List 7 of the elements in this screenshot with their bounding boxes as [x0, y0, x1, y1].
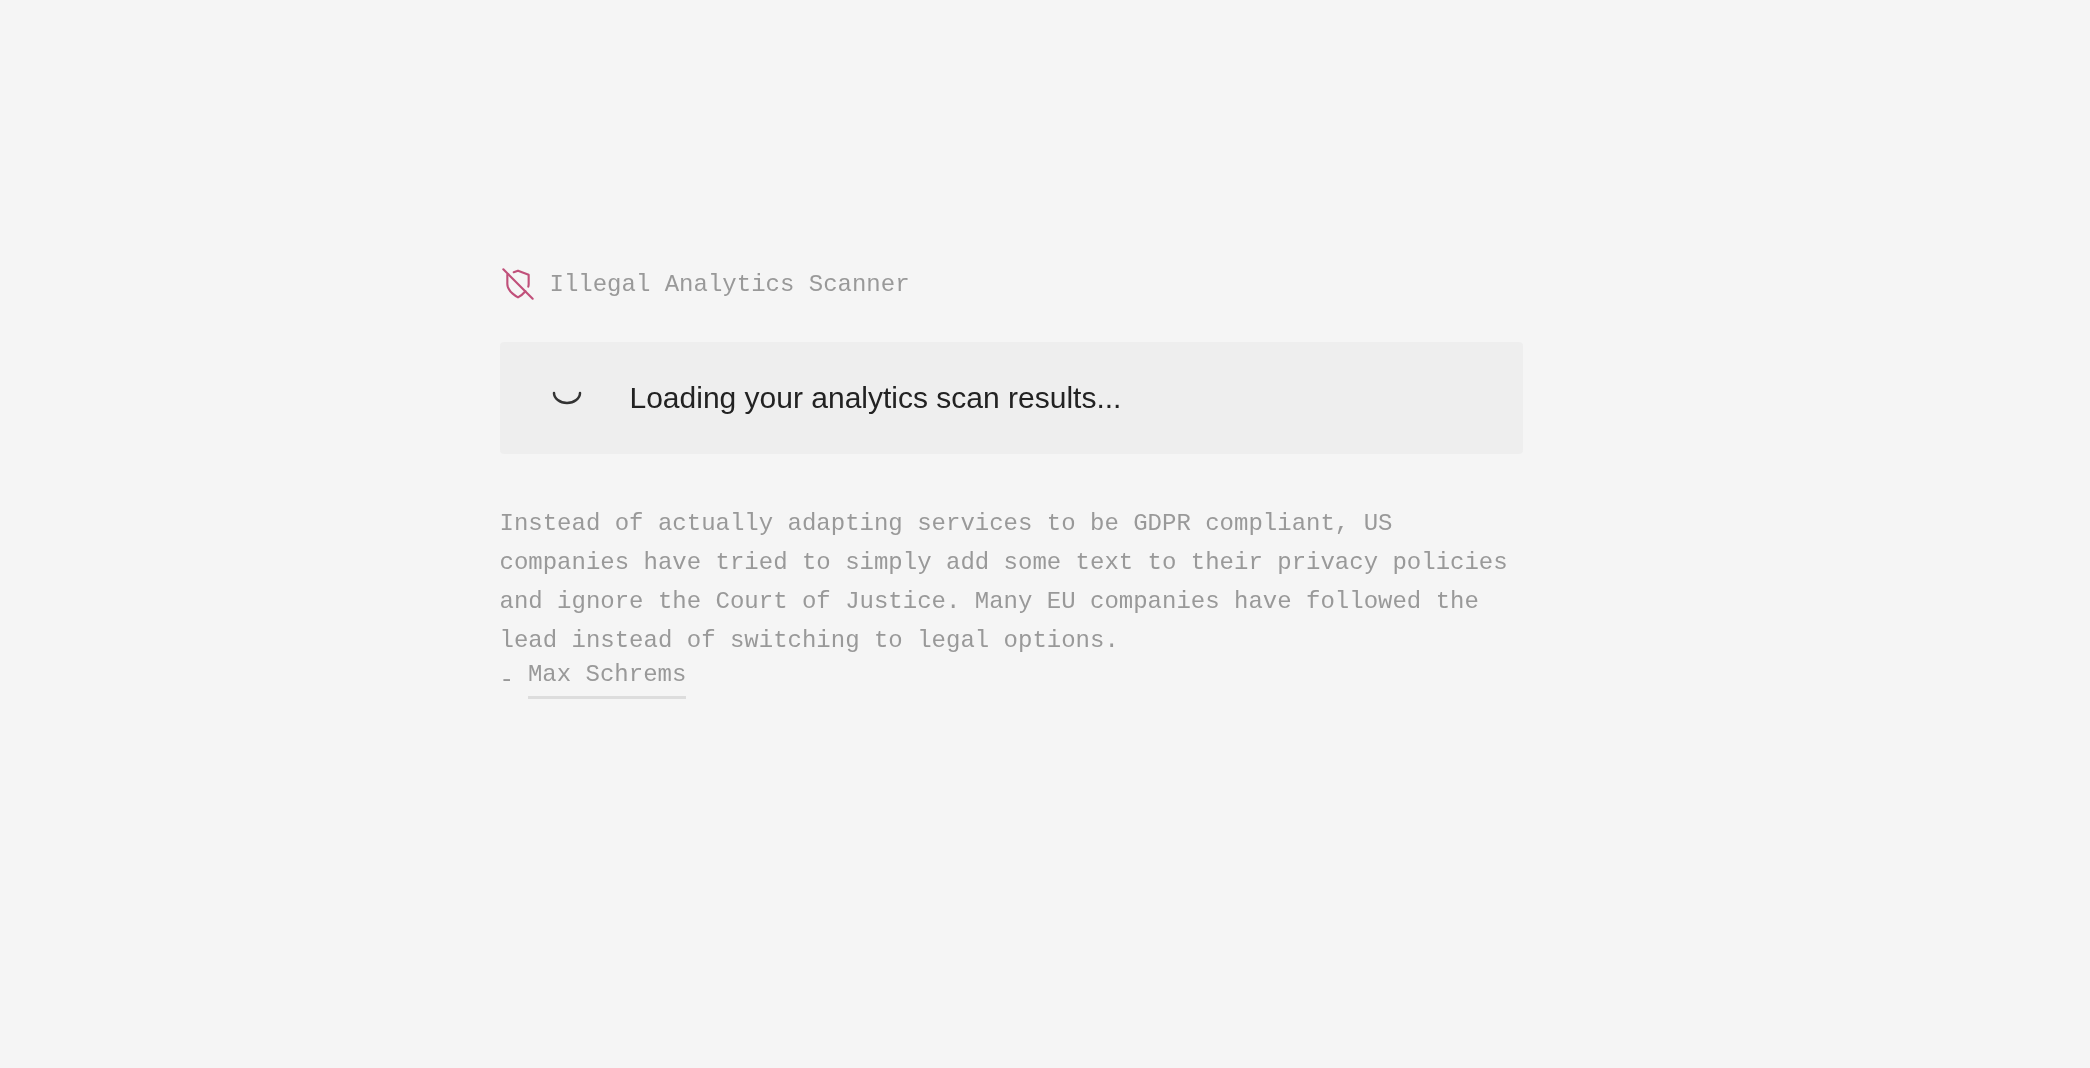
app-title: Illegal Analytics Scanner	[549, 270, 910, 298]
loading-message: Loading your analytics scan results...	[629, 381, 1122, 415]
spinner-icon	[551, 391, 582, 405]
attribution-dash: -	[499, 665, 514, 695]
shield-off-icon	[499, 268, 536, 300]
quote-text: Instead of actually adapting services to be GDPR compliant, US companies have tried to simply add some text to their privacy policies and ignore the Court of Justice. Many EU companies have followed the lead instead of switching to legal options.	[499, 509, 1509, 656]
author-link[interactable]: Max Schrems	[527, 660, 687, 699]
